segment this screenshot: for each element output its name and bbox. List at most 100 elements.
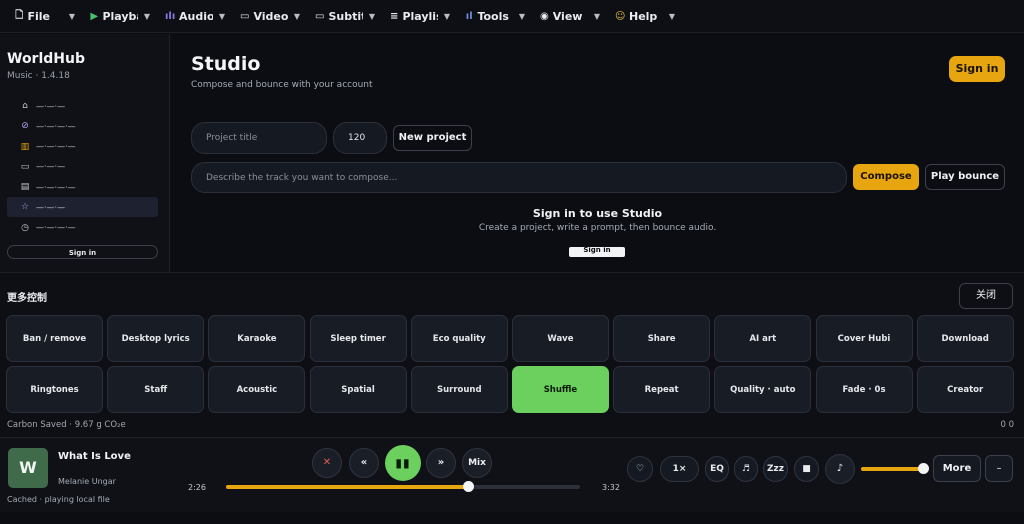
- sidebar-item-devices[interactable]: ▭ —·—·—: [7, 157, 158, 177]
- menubar: 🗋File▼ ▶Playback▼ ılıAudio▼ ▭Video▼ ▭Sub…: [0, 0, 1024, 33]
- control-tile[interactable]: Quality · auto: [714, 366, 812, 413]
- elapsed-time: 2:26: [188, 483, 206, 492]
- menu-view[interactable]: ◉ View ▼: [525, 0, 600, 33]
- monitor-icon: ▭: [20, 161, 30, 172]
- menu-help[interactable]: ☺ Help ▼: [600, 0, 675, 33]
- menu-playlist[interactable]: ≡Playlist▼: [375, 0, 450, 33]
- home-icon: ⌂: [22, 101, 28, 111]
- clock-icon: ◷: [21, 222, 29, 233]
- volume-fill: [861, 467, 923, 471]
- sidebar-item-library[interactable]: ▥ —·—·—·—: [7, 137, 158, 157]
- stop-icon[interactable]: ■: [794, 456, 819, 482]
- project-title-input[interactable]: Project title: [191, 122, 327, 154]
- more-controls-panel: 更多控制 关闭 Ban / remove Desktop lyrics Karaok…: [0, 272, 1024, 436]
- app-version: Music · 1.4.18: [7, 71, 70, 81]
- panel-title: 更多控制: [7, 293, 47, 304]
- play-bounce-button[interactable]: Play bounce: [925, 164, 1005, 190]
- new-project-button[interactable]: New project: [393, 125, 472, 151]
- control-tile[interactable]: Sleep timer: [309, 315, 407, 362]
- lyrics-icon[interactable]: ♬: [734, 456, 758, 482]
- control-tile[interactable]: Cover Hubi: [815, 315, 913, 362]
- sleep-button[interactable]: Zzz: [763, 456, 788, 482]
- menu-tools[interactable]: ıl Tools ▼: [450, 0, 525, 33]
- control-grid: Ban / remove Desktop lyrics Karaoke Sleep t…: [6, 315, 1015, 413]
- page-subtitle: Compose and bounce with your account: [191, 80, 373, 90]
- remove-icon[interactable]: ✕: [312, 448, 342, 478]
- menu-playback[interactable]: ▶Playback▼: [75, 0, 150, 33]
- heart-icon[interactable]: ♡: [627, 456, 653, 482]
- menu-file[interactable]: 🗋 File ▼: [0, 0, 75, 33]
- control-tile[interactable]: AI art: [714, 315, 812, 362]
- library-icon: ▥: [20, 141, 30, 152]
- more-button[interactable]: More: [933, 455, 981, 482]
- control-tile[interactable]: Wave: [511, 315, 609, 362]
- sidebar-item-history[interactable]: ◷ —·—·—·—: [7, 218, 158, 238]
- tools-icon: ıl: [465, 10, 473, 22]
- close-button[interactable]: 关闭: [959, 283, 1013, 309]
- control-tile[interactable]: Surround: [410, 366, 508, 413]
- sidebar: WorldHub Music · 1.4.18 ⌂ —·—·— ⊘ —·—·—·— …: [0, 34, 170, 272]
- signin-button[interactable]: Sign in: [949, 56, 1005, 82]
- overflow-button[interactable]: –: [985, 455, 1013, 482]
- sidebar-item-home[interactable]: ⌂ —·—·—: [7, 96, 158, 116]
- control-tile[interactable]: Fade · 0s: [815, 366, 913, 413]
- volume-slider[interactable]: [861, 463, 929, 474]
- player-bar: W What Is Love Melanie Ungar Cached · pl…: [0, 437, 1024, 512]
- track-artist: Melanie Ungar: [58, 477, 116, 486]
- video-icon: ▭: [240, 10, 250, 22]
- signin-gate-title: Sign in to use Studio: [532, 207, 663, 220]
- file-icon: 🗋: [15, 9, 24, 21]
- control-tile[interactable]: Repeat: [613, 366, 711, 413]
- sidebar-item-explore[interactable]: ⊘ —·—·—·—: [7, 116, 158, 136]
- eq-button[interactable]: EQ: [705, 456, 729, 482]
- control-tile[interactable]: Acoustic: [208, 366, 306, 413]
- signin-gate-subtitle: Create a project, write a prompt, then b…: [478, 223, 717, 233]
- eye-icon: ◉: [540, 10, 549, 22]
- bpm-input[interactable]: 120: [333, 122, 387, 154]
- star-icon: ☆: [20, 202, 30, 213]
- brand-name: WorldHub: [7, 51, 85, 67]
- waveform-icon: ılı: [165, 10, 176, 22]
- help-icon: ☺: [615, 10, 626, 22]
- sidebar-item-queue[interactable]: ▤ —·—·—·—: [7, 177, 158, 197]
- menu-audio[interactable]: ılı Audio ▼: [150, 0, 225, 33]
- speed-button[interactable]: 1×: [660, 456, 699, 482]
- compose-button[interactable]: Compose: [853, 164, 919, 190]
- page-title: Studio: [191, 53, 261, 75]
- control-tile[interactable]: Share: [613, 315, 711, 362]
- album-art[interactable]: W: [8, 448, 48, 488]
- menu-video[interactable]: ▭ Video ▼: [225, 0, 300, 33]
- seek-handle[interactable]: [463, 481, 475, 492]
- control-tile[interactable]: Shuffle: [511, 366, 609, 413]
- note-icon[interactable]: ♪: [825, 454, 855, 484]
- control-tile[interactable]: Staff: [107, 366, 205, 413]
- carbon-counter: 0 0: [1000, 420, 1014, 430]
- play-icon: ▶: [90, 10, 99, 22]
- sidebar-item-studio[interactable]: ☆ —·—·—: [7, 197, 158, 218]
- gate-signin-button[interactable]: Sign in: [569, 247, 625, 257]
- seek-bar[interactable]: [226, 481, 580, 492]
- volume-handle[interactable]: [918, 463, 929, 474]
- mix-button[interactable]: Mix: [462, 448, 492, 478]
- list-icon: ≡: [390, 10, 399, 22]
- control-tile[interactable]: Creator: [916, 366, 1014, 413]
- cache-status: Cached · playing local file: [7, 495, 110, 504]
- previous-icon[interactable]: «: [349, 448, 379, 478]
- control-tile[interactable]: Ban / remove: [6, 315, 103, 362]
- prompt-input[interactable]: Describe the track you want to compose..…: [191, 162, 847, 193]
- control-tile[interactable]: Karaoke: [208, 315, 306, 362]
- studio-panel: Studio Compose and bounce with your acco…: [171, 34, 1024, 272]
- stack-icon: ▤: [20, 182, 30, 193]
- pause-button[interactable]: ▮▮: [385, 445, 421, 481]
- control-tile[interactable]: Eco quality: [410, 315, 508, 362]
- caret-down-icon: ▼: [668, 11, 675, 21]
- menu-subtitle[interactable]: ▭Subtitle▼: [300, 0, 375, 33]
- control-tile[interactable]: Ringtones: [6, 366, 103, 413]
- control-tile[interactable]: Desktop lyrics: [107, 315, 205, 362]
- control-tile[interactable]: Download: [916, 315, 1014, 362]
- sidebar-signin-button[interactable]: Sign in: [7, 245, 158, 259]
- next-icon[interactable]: »: [426, 448, 456, 478]
- duration-time: 3:32: [602, 483, 620, 492]
- carbon-saved: Carbon Saved · 9.67 g CO₂e: [7, 420, 126, 430]
- control-tile[interactable]: Spatial: [309, 366, 407, 413]
